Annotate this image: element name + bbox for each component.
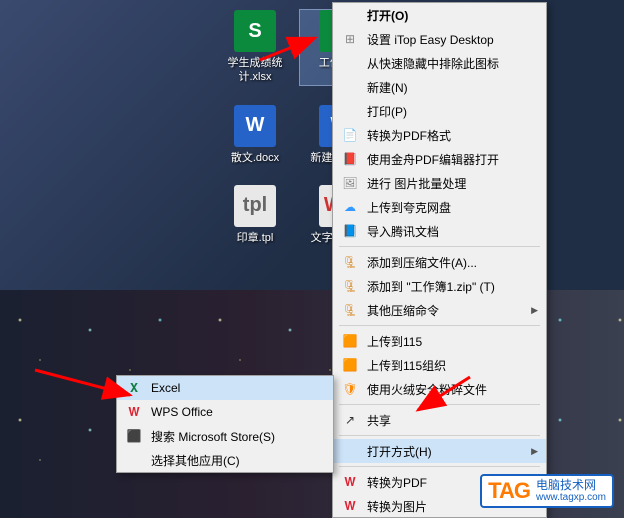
file-label: 散文.docx [231,151,279,165]
menu-label: 设置 iTop Easy Desktop [367,31,494,48]
menu-label: 新建(N) [367,79,408,96]
wps-icon: 𝐖 [339,473,361,491]
menu-label: 添加到 "工作簿1.zip" (T) [367,278,495,295]
menu-item[interactable]: 🟧 上传到115组织 [333,353,546,377]
watermark: TAG 电脑技术网 www.tagxp.com [480,474,614,508]
menu-item[interactable]: ☁ 上传到夸克网盘 [333,195,546,219]
menu-label: 导入腾讯文档 [367,223,439,240]
zip-icon: 🗜 [339,301,361,319]
menu-label: 其他压缩命令 [367,302,439,319]
menu-label: 上传到夸克网盘 [367,199,451,216]
file-type-icon: S [234,10,276,52]
submenu-arrow-icon: ▶ [531,305,538,316]
img-icon: 🖼 [339,174,361,192]
submenu-arrow-icon: ▶ [531,446,538,457]
menu-label: 上传到115 [367,333,422,350]
menu-separator [339,325,540,326]
excel-icon: 𝐗 [123,379,145,397]
blank-icon [123,451,145,469]
menu-separator [339,466,540,467]
menu-label: 打开(O) [367,7,408,24]
menu-label: 从快速隐藏中排除此图标 [367,55,499,72]
submenu-item[interactable]: 𝐗 Excel [117,376,333,400]
desktop-file-0[interactable]: S 学生成绩统计.xlsx [215,10,295,85]
tencent-icon: 📘 [339,222,361,240]
115-icon: 🟧 [339,332,361,350]
menu-label: 转换为PDF [367,474,427,491]
menu-separator [339,404,540,405]
menu-item[interactable]: 🖼 进行 图片批量处理 [333,171,546,195]
menu-item[interactable]: 📕 使用金舟PDF编辑器打开 [333,147,546,171]
zip-icon: 🗜 [339,277,361,295]
menu-label: 共享 [367,412,391,429]
menu-item[interactable]: 📘 导入腾讯文档 [333,219,546,243]
menu-item[interactable]: 🗜 添加到压缩文件(A)... [333,250,546,274]
cloud-icon: ☁ [339,198,361,216]
menu-label: 进行 图片批量处理 [367,175,466,192]
desktop-file-4[interactable]: tpl 印章.tpl [215,185,295,245]
menu-item[interactable]: ⊞ 设置 iTop Easy Desktop [333,27,546,51]
menu-item[interactable]: 🗜 添加到 "工作簿1.zip" (T) [333,274,546,298]
menu-separator [339,246,540,247]
menu-label: 打印(P) [367,103,407,120]
menu-item[interactable]: 打开(O) [333,3,546,27]
watermark-url: www.tagxp.com [536,492,606,503]
pdf-icon: 📄 [339,126,361,144]
menu-label: 使用金舟PDF编辑器打开 [367,151,499,168]
menu-item[interactable]: 从快速隐藏中排除此图标 [333,51,546,75]
store-icon: ⬛ [123,427,145,445]
menu-item[interactable]: 📄 转换为PDF格式 [333,123,546,147]
desktop-file-2[interactable]: W 散文.docx [215,105,295,165]
submenu-label: 搜索 Microsoft Store(S) [151,428,275,445]
file-type-icon: W [234,105,276,147]
menu-label: 使用火绒安全粉碎文件 [367,381,487,398]
menu-item[interactable]: 🗜 其他压缩命令 ▶ [333,298,546,322]
blank-icon [339,78,361,96]
watermark-tag: TAG [488,478,530,504]
wpsoffice-icon: 𝐖 [123,403,145,421]
menu-label: 打开方式(H) [367,443,432,460]
watermark-cn: 电脑技术网 [536,479,606,492]
menu-label: 上传到115组织 [367,357,446,374]
menu-label: 转换为图片 [367,498,427,515]
zip-icon: 🗜 [339,253,361,271]
submenu-item[interactable]: 选择其他应用(C) [117,448,333,472]
itop-icon: ⊞ [339,30,361,48]
menu-item[interactable]: 打印(P) [333,99,546,123]
menu-item[interactable]: ↗ 共享 [333,408,546,432]
file-type-icon: tpl [234,185,276,227]
context-menu-main: 打开(O) ⊞ 设置 iTop Easy Desktop 从快速隐藏中排除此图标新建(… [332,2,547,518]
hr-icon: 🛡 [339,380,361,398]
menu-item[interactable]: 🛡 使用火绒安全粉碎文件 [333,377,546,401]
submenu-item[interactable]: 𝐖 WPS Office [117,400,333,424]
menu-item[interactable]: 新建(N) [333,75,546,99]
blank-icon [339,442,361,460]
openwith-submenu: 𝐗 Excel 𝐖 WPS Office ⬛ 搜索 Microsoft Store(S) 选… [116,375,334,473]
submenu-label: Excel [151,381,180,395]
submenu-label: 选择其他应用(C) [151,452,240,469]
submenu-label: WPS Office [151,405,213,419]
pdf2-icon: 📕 [339,150,361,168]
wps-icon: 𝐖 [339,497,361,515]
blank-icon [339,54,361,72]
menu-item[interactable]: 打开方式(H) ▶ [333,439,546,463]
115b-icon: 🟧 [339,356,361,374]
menu-label: 转换为PDF格式 [367,127,451,144]
file-label: 印章.tpl [237,231,274,245]
blank-icon [339,6,361,24]
submenu-item[interactable]: ⬛ 搜索 Microsoft Store(S) [117,424,333,448]
menu-separator [339,435,540,436]
menu-item[interactable]: 🟧 上传到115 [333,329,546,353]
menu-label: 添加到压缩文件(A)... [367,254,477,271]
file-label: 学生成绩统计.xlsx [215,56,295,85]
share-icon: ↗ [339,411,361,429]
blank-icon [339,102,361,120]
